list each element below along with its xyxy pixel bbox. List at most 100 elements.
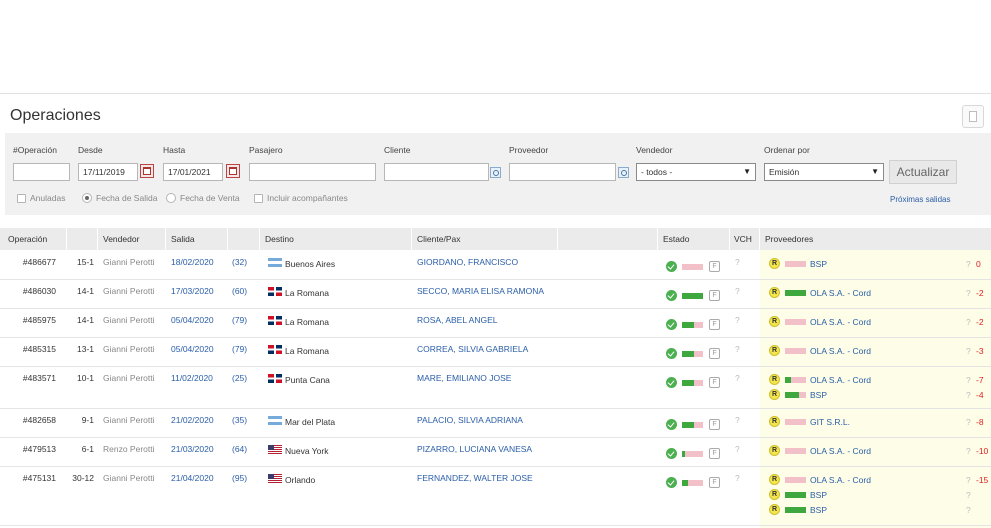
operacion-link[interactable]: #485975 (18, 315, 56, 325)
proveedor-link[interactable]: OLA S.A. - Cord (810, 288, 871, 298)
grupo-value: 30-12 (72, 473, 94, 483)
factura-icon[interactable]: F (709, 261, 720, 272)
col-cliente[interactable]: Cliente/Pax (417, 234, 460, 244)
vendedor-label: Vendedor (636, 145, 673, 155)
proveedor-link[interactable]: OLA S.A. - Cord (810, 475, 871, 485)
operacion-link[interactable]: #479513 (18, 444, 56, 454)
fecha-venta-radio[interactable] (166, 193, 176, 203)
reserva-icon[interactable]: R (769, 345, 780, 356)
reserva-icon[interactable]: R (769, 474, 780, 485)
proveedor-link[interactable]: BSP (810, 390, 827, 400)
cliente-input[interactable] (384, 163, 489, 181)
salida-link[interactable]: 18/02/2020 (171, 257, 214, 267)
estado-progress-fill (682, 351, 694, 357)
cliente-link[interactable]: CORREA, SILVIA GABRIELA (417, 344, 528, 354)
proveedor-link[interactable]: GIT S.R.L. (810, 417, 850, 427)
cliente-link[interactable]: ROSA, ABEL ANGEL (417, 315, 497, 325)
desde-calendar-icon[interactable] (140, 164, 154, 178)
col-operacion[interactable]: Operación (8, 234, 47, 244)
col-proveedores[interactable]: Proveedores (765, 234, 813, 244)
factura-icon[interactable]: F (709, 348, 720, 359)
proveedor-question: ? (966, 390, 971, 400)
reserva-icon[interactable]: R (769, 489, 780, 500)
vendedor-value: Gianni Perotti (103, 257, 155, 267)
pasajero-label: Pasajero (249, 145, 283, 155)
operacion-input[interactable] (13, 163, 70, 181)
reserva-icon[interactable]: R (769, 389, 780, 400)
cliente-link[interactable]: MARE, EMILIANO JOSE (417, 373, 511, 383)
proveedor-link[interactable]: OLA S.A. - Cord (810, 375, 871, 385)
cliente-link[interactable]: SECCO, MARIA ELISA RAMONA (417, 286, 544, 296)
col-destino[interactable]: Destino (265, 234, 294, 244)
operacion-link[interactable]: #485315 (18, 344, 56, 354)
proveedor-link[interactable]: OLA S.A. - Cord (810, 317, 871, 327)
factura-icon[interactable]: F (709, 319, 720, 330)
fecha-salida-radio[interactable] (82, 193, 92, 203)
proveedor-question: ? (966, 317, 971, 327)
check-circle-icon (666, 477, 677, 488)
operacion-link[interactable]: #486030 (18, 286, 56, 296)
col-vendedor[interactable]: Vendedor (103, 234, 139, 244)
hasta-calendar-icon[interactable] (226, 164, 240, 178)
reserva-icon[interactable]: R (769, 504, 780, 515)
factura-icon[interactable]: F (709, 290, 720, 301)
proveedor-link[interactable]: BSP (810, 490, 827, 500)
incluir-checkbox[interactable] (254, 193, 263, 203)
vendedor-select[interactable]: - todos - ▼ (636, 163, 756, 181)
ordenar-select[interactable]: Emisión ▼ (764, 163, 884, 181)
proveedor-search-icon[interactable] (618, 167, 629, 178)
desde-input[interactable]: 17/11/2019 (78, 163, 138, 181)
incluir-option[interactable]: Incluir acompañantes (254, 193, 348, 203)
proveedor-link[interactable]: OLA S.A. - Cord (810, 346, 871, 356)
proveedor-progress (785, 392, 806, 398)
salida-link[interactable]: 21/04/2020 (171, 473, 214, 483)
proveedor-question: ? (966, 346, 971, 356)
col-vch[interactable]: VCH (734, 234, 752, 244)
anuladas-checkbox[interactable] (17, 193, 26, 203)
cliente-link[interactable]: GIORDANO, FRANCISCO (417, 257, 518, 267)
destino-value: La Romana (285, 346, 329, 356)
reserva-icon[interactable]: R (769, 287, 780, 298)
proveedor-link[interactable]: OLA S.A. - Cord (810, 446, 871, 456)
operacion-link[interactable]: #483571 (18, 373, 56, 383)
cliente-link[interactable]: FERNANDEZ, WALTER JOSE (417, 473, 533, 483)
fecha-salida-option[interactable]: Fecha de Salida (82, 193, 157, 203)
salida-link[interactable]: 05/04/2020 (171, 315, 214, 325)
estado-progress-fill (682, 422, 694, 428)
hasta-input[interactable]: 17/01/2021 (163, 163, 223, 181)
proximas-salidas-link[interactable]: Próximas salidas (890, 195, 950, 204)
salida-link[interactable]: 05/04/2020 (171, 344, 214, 354)
salida-link[interactable]: 21/02/2020 (171, 415, 214, 425)
operacion-link[interactable]: #486677 (18, 257, 56, 267)
reserva-icon[interactable]: R (769, 416, 780, 427)
cliente-link[interactable]: PIZARRO, LUCIANA VANESA (417, 444, 532, 454)
pasajero-input[interactable] (249, 163, 376, 181)
factura-icon[interactable]: F (709, 419, 720, 430)
reserva-icon[interactable]: R (769, 316, 780, 327)
row-divider (0, 408, 991, 409)
reserva-icon[interactable]: R (769, 374, 780, 385)
col-estado[interactable]: Estado (663, 234, 689, 244)
actualizar-button[interactable]: Actualizar (889, 160, 957, 184)
salida-link[interactable]: 11/02/2020 (171, 373, 213, 383)
factura-icon[interactable]: F (709, 477, 720, 488)
saldo-value: -3 (976, 346, 984, 356)
proveedor-link[interactable]: BSP (810, 259, 827, 269)
operacion-link[interactable]: #475131 (18, 473, 56, 483)
document-button[interactable] (962, 105, 984, 128)
factura-icon[interactable]: F (709, 377, 720, 388)
reserva-icon[interactable]: R (769, 445, 780, 456)
cliente-link[interactable]: PALACIO, SILVIA ADRIANA (417, 415, 523, 425)
col-salida[interactable]: Salida (171, 234, 195, 244)
cliente-search-icon[interactable] (490, 167, 501, 178)
proveedor-input[interactable] (509, 163, 616, 181)
proveedor-link[interactable]: BSP (810, 505, 827, 515)
operacion-link[interactable]: #482658 (18, 415, 56, 425)
anuladas-option[interactable]: Anuladas (17, 193, 65, 203)
reserva-icon[interactable]: R (769, 258, 780, 269)
fecha-venta-option[interactable]: Fecha de Venta (166, 193, 240, 203)
estado-progress (682, 380, 703, 386)
salida-link[interactable]: 17/03/2020 (171, 286, 214, 296)
factura-icon[interactable]: F (709, 448, 720, 459)
salida-link[interactable]: 21/03/2020 (171, 444, 214, 454)
